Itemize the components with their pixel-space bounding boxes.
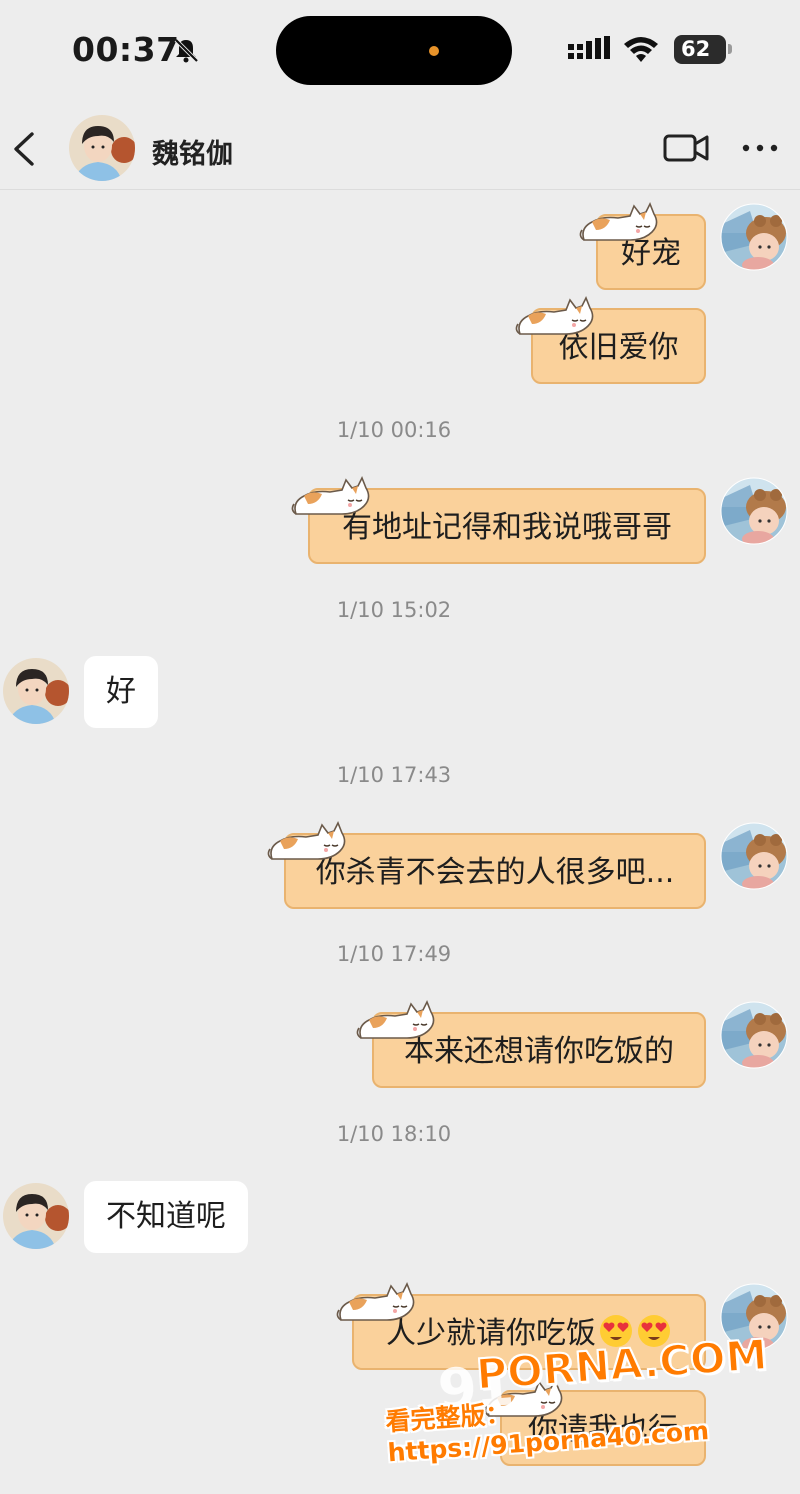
message-timestamp: 1/10 17:43 [336,763,452,787]
contact-message-avatar[interactable] [2,1182,70,1250]
my-avatar[interactable] [720,203,788,271]
my-avatar[interactable] [720,477,788,545]
status-time: 00:37 [72,30,180,69]
message-timestamp: 1/10 15:02 [336,598,452,622]
cat-sticker-icon [290,474,372,520]
message-text: 你杀青不会去的人很多吧... [315,855,675,890]
message-text: 有地址记得和我说哦哥哥 [342,510,672,545]
message-timestamp: 1/10 00:16 [336,418,452,442]
contact-message-avatar[interactable] [2,657,70,725]
my-avatar[interactable] [720,822,788,890]
back-icon[interactable] [8,128,40,170]
dynamic-island [276,16,512,85]
message-timestamp: 1/10 17:49 [336,942,452,966]
message-text: 本来还想请你吃饭的 [404,1034,674,1069]
cat-sticker-icon [578,200,660,246]
battery-icon: 62 [674,35,726,64]
contact-name[interactable]: 魏铭伽 [152,132,233,171]
cat-sticker-icon [514,294,596,340]
cat-sticker-icon [266,819,348,865]
wifi-icon [624,37,658,62]
battery-tip [728,44,732,54]
message-text: 不知道呢 [106,1199,226,1234]
incoming-message[interactable]: 不知道呢 [84,1181,248,1253]
cat-sticker-icon [355,998,437,1044]
video-call-icon[interactable] [662,130,710,166]
cat-sticker-icon [335,1280,417,1326]
more-icon[interactable] [740,138,780,158]
contact-avatar[interactable] [68,114,136,182]
my-avatar[interactable] [720,1001,788,1069]
message-timestamp: 1/10 18:10 [336,1122,452,1146]
incoming-message[interactable]: 好 [84,656,158,728]
status-bar: 00:37 62 [0,0,800,100]
battery-level: 62 [681,37,711,61]
bell-off-icon [174,38,199,63]
chat-header: 魏铭伽 [0,100,800,190]
signal-icon [568,36,610,59]
message-text: 好 [106,674,136,709]
privacy-indicator [429,46,439,56]
